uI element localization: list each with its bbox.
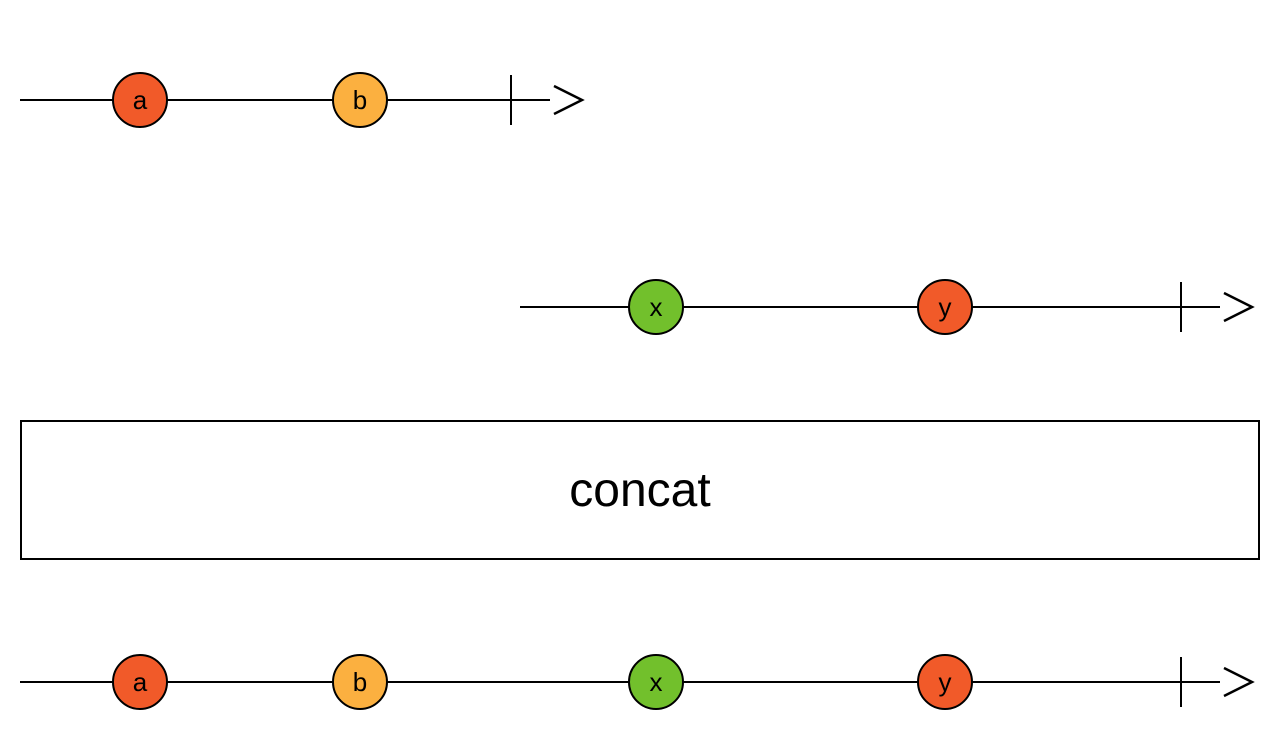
marble-a: a xyxy=(112,654,168,710)
arrowhead-icon xyxy=(1216,289,1260,325)
arrowhead-icon xyxy=(546,82,590,118)
marble-a: a xyxy=(112,72,168,128)
marble-label: y xyxy=(939,292,952,323)
marble-label: a xyxy=(133,85,147,116)
timeline-line xyxy=(20,681,1220,683)
marble-label: y xyxy=(939,667,952,698)
complete-tick xyxy=(1180,282,1182,332)
marble-x: x xyxy=(628,279,684,335)
marble-b: b xyxy=(332,654,388,710)
marble-label: a xyxy=(133,667,147,698)
complete-tick xyxy=(1180,657,1182,707)
marble-y: y xyxy=(917,654,973,710)
operator-label: concat xyxy=(569,463,710,518)
marble-label: x xyxy=(650,292,663,323)
timeline-line xyxy=(20,99,550,101)
marble-x: x xyxy=(628,654,684,710)
marble-diagram: a b x y concat a b xyxy=(0,0,1280,740)
operator-box: concat xyxy=(20,420,1260,560)
output-timeline: a b x y xyxy=(20,650,1260,714)
arrowhead-icon xyxy=(1216,664,1260,700)
marble-b: b xyxy=(332,72,388,128)
complete-tick xyxy=(510,75,512,125)
marble-label: x xyxy=(650,667,663,698)
marble-label: b xyxy=(353,85,367,116)
source-timeline-1: a b xyxy=(20,68,590,132)
timeline-line xyxy=(520,306,1220,308)
source-timeline-2: x y xyxy=(520,275,1260,339)
marble-y: y xyxy=(917,279,973,335)
marble-label: b xyxy=(353,667,367,698)
